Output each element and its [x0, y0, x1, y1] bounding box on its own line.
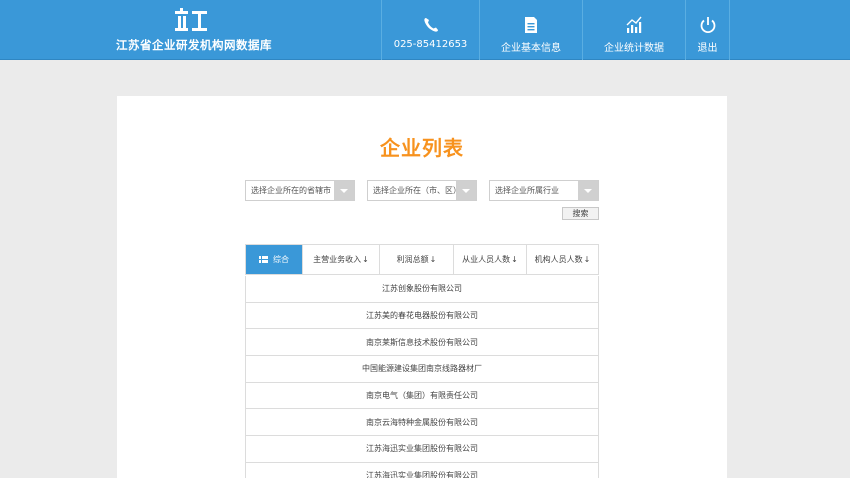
grid-icon	[259, 256, 268, 263]
sort-down-icon: ↓	[511, 255, 518, 264]
tab-employees[interactable]: 从业人员人数 ↓	[454, 245, 527, 274]
province-select[interactable]: 选择企业所在的省辖市	[245, 180, 355, 201]
nav-company-stats-label: 企业统计数据	[604, 43, 664, 54]
nav-logout[interactable]: 退出	[685, 0, 730, 60]
tab-profit[interactable]: 利润总额 ↓	[380, 245, 454, 274]
tab-revenue[interactable]: 主营业务收入 ↓	[303, 245, 380, 274]
page-title: 企业列表	[380, 136, 464, 160]
company-list: 江苏创象股份有限公司 江苏美的春花电器股份有限公司 南京莱斯信息技术股份有限公司…	[245, 276, 599, 478]
tab-overall[interactable]: 综合	[246, 245, 303, 274]
list-item[interactable]: 南京电气（集团）有限责任公司	[245, 382, 599, 410]
industry-select[interactable]: 选择企业所属行业	[489, 180, 599, 201]
sort-down-icon: ↓	[583, 255, 591, 264]
nav-company-info[interactable]: 企业基本信息	[479, 0, 582, 60]
tab-overall-label: 综合	[273, 255, 289, 264]
nav-company-info-label: 企业基本信息	[501, 43, 561, 54]
site-title: 江苏省企业研发机构网数据库	[116, 38, 272, 52]
industry-select-value: 选择企业所属行业	[495, 186, 559, 195]
list-item[interactable]: 江苏美的春花电器股份有限公司	[245, 302, 599, 330]
nav-phone[interactable]: 025-85412653	[381, 0, 479, 60]
header-nav: 025-85412653 企业基本信息 企业统计数据 退出	[381, 0, 730, 60]
province-select-value: 选择企业所在的省辖市	[251, 186, 331, 195]
tab-revenue-label: 主营业务收入	[313, 255, 362, 264]
sort-tabs: 综合 主营业务收入 ↓ 利润总额 ↓ 从业人员人数 ↓ 机构人员人数 ↓	[245, 244, 599, 275]
nav-phone-label: 025-85412653	[393, 39, 468, 50]
chevron-down-icon	[334, 181, 354, 200]
nav-company-stats[interactable]: 企业统计数据	[582, 0, 685, 60]
city-select[interactable]: 选择企业所在（市、区）	[367, 180, 477, 201]
site-logo[interactable]	[174, 8, 208, 32]
search-button[interactable]: 搜索	[562, 207, 599, 220]
tab-employees-label: 从业人员人数	[462, 255, 511, 264]
document-icon	[525, 17, 537, 33]
list-item[interactable]: 南京莱斯信息技术股份有限公司	[245, 329, 599, 357]
bar-chart-icon	[626, 16, 642, 33]
tab-rd-staff[interactable]: 机构人员人数 ↓	[527, 245, 598, 274]
list-item[interactable]: 江苏海迅实业集团股份有限公司	[245, 462, 599, 478]
list-item[interactable]: 中国能源建设集团南京线路器材厂	[245, 356, 599, 383]
city-select-value: 选择企业所在（市、区）	[373, 186, 461, 195]
top-header: 江苏省企业研发机构网数据库 025-85412653 企业基本信息 企业统计数据…	[0, 0, 850, 60]
tab-profit-label: 利润总额	[396, 255, 429, 264]
chevron-down-icon	[578, 181, 598, 200]
tab-rd-staff-label: 机构人员人数	[534, 255, 583, 264]
sort-down-icon: ↓	[429, 255, 437, 264]
sort-down-icon: ↓	[362, 255, 369, 264]
chevron-down-icon	[456, 181, 476, 200]
list-item[interactable]: 南京云海特种金属股份有限公司	[245, 409, 599, 437]
list-item[interactable]: 江苏创象股份有限公司	[245, 276, 599, 303]
phone-icon	[423, 18, 438, 32]
power-icon	[700, 17, 715, 34]
nav-logout-label: 退出	[697, 43, 718, 54]
list-item[interactable]: 江苏海迅实业集团股份有限公司	[245, 436, 599, 463]
